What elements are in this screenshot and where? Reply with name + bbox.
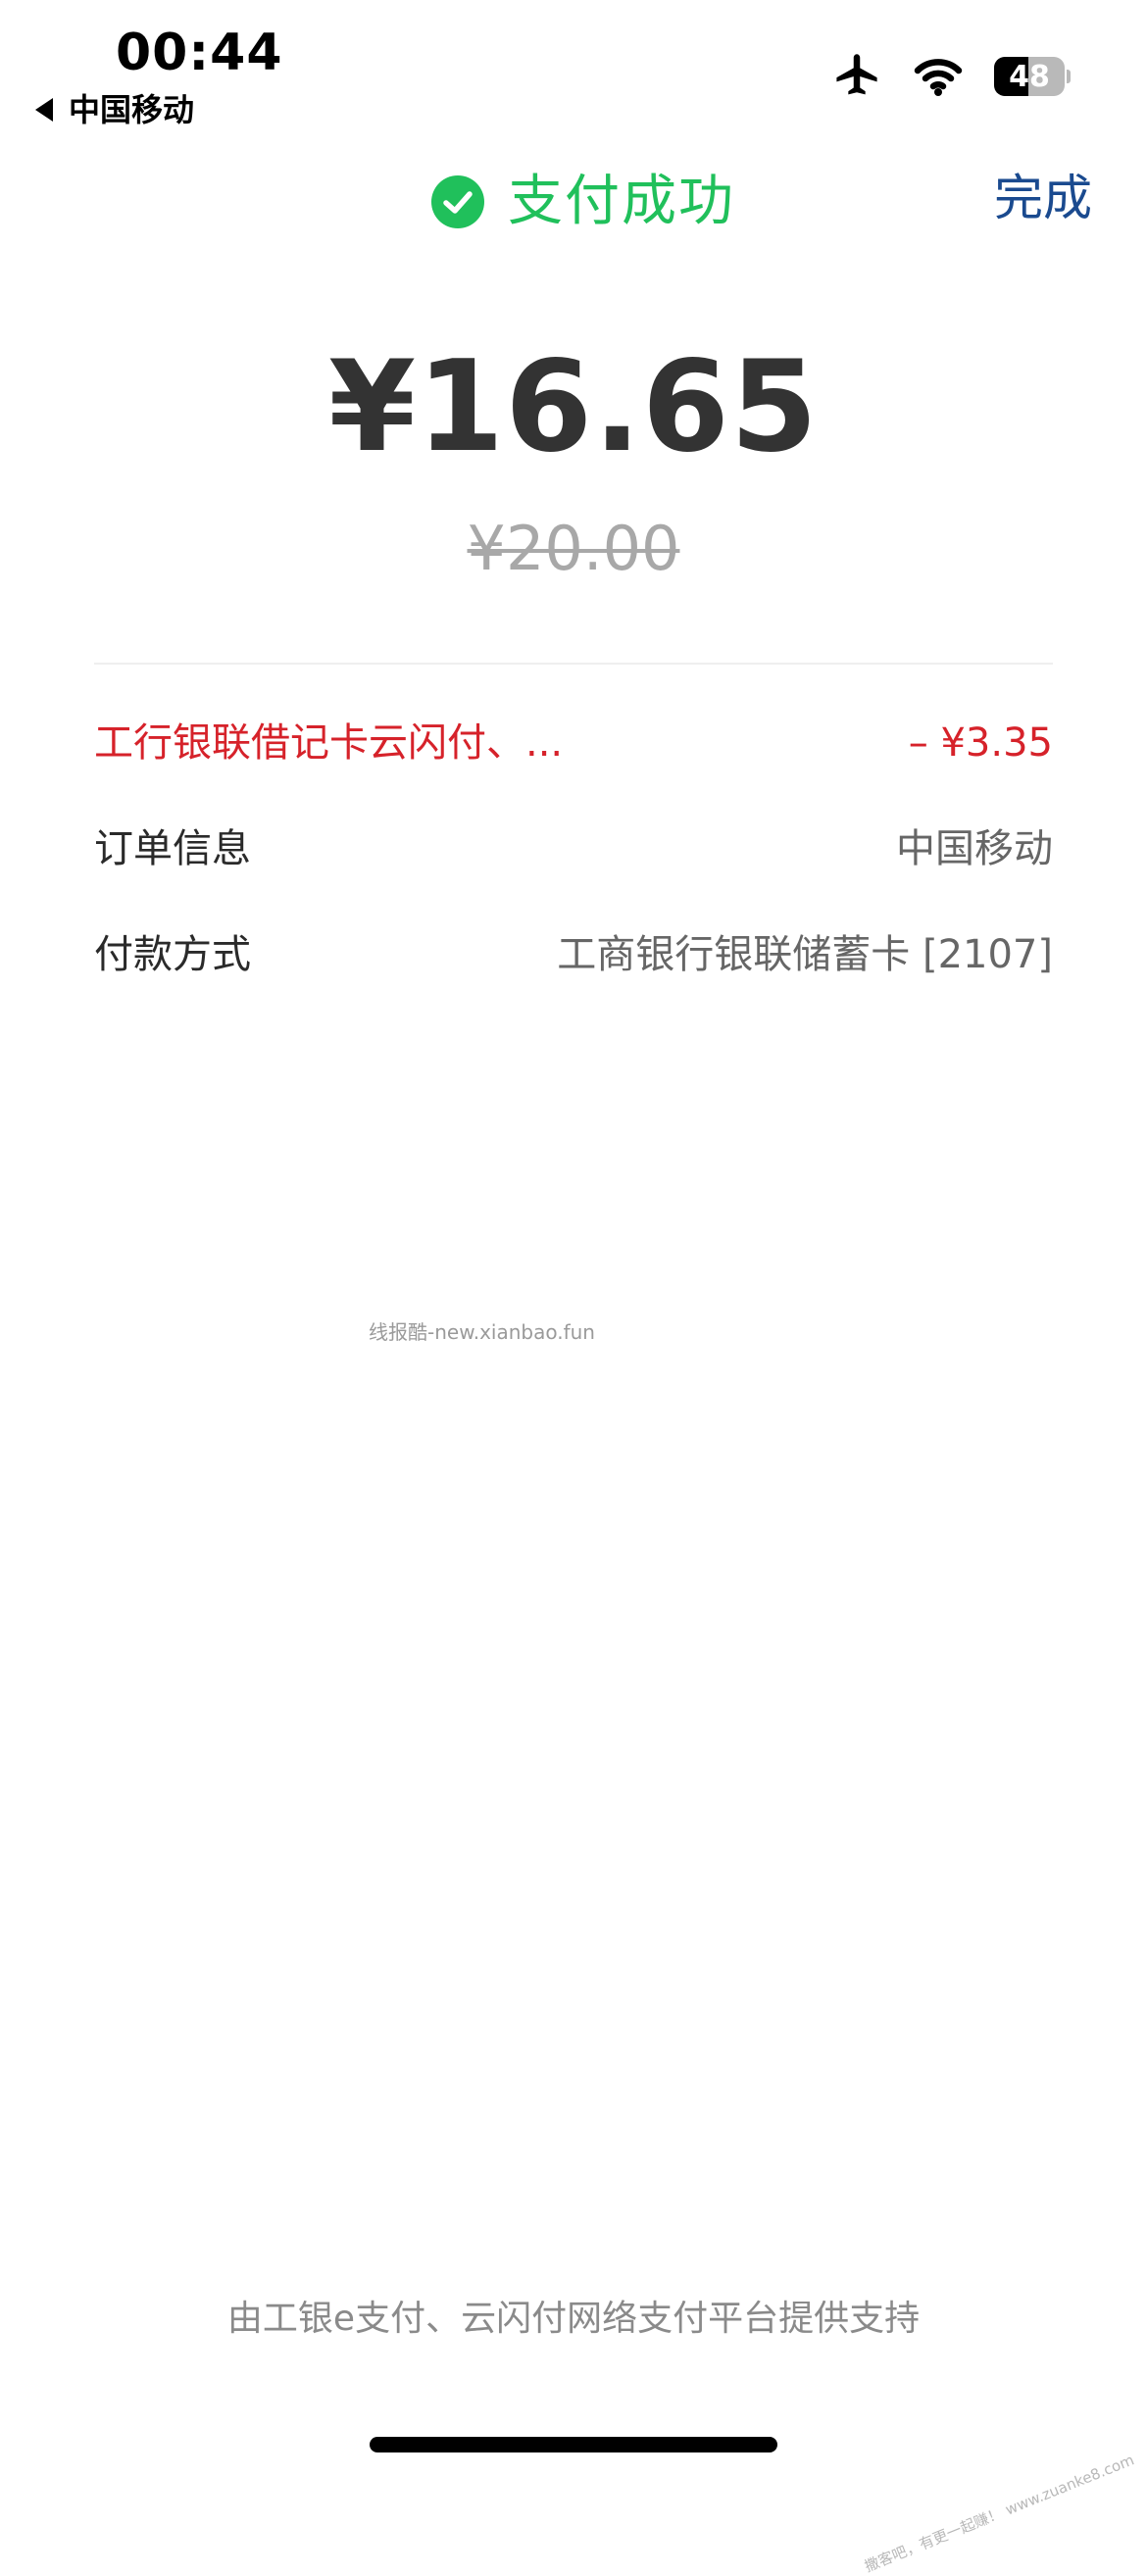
footer-note: 由工银e支付、云闪付网络支付平台提供支持: [226, 2299, 921, 2339]
airplane-icon: [831, 51, 882, 102]
corner-watermark: 撒客吧，有更一起赚！ www.zuanke8.com: [862, 2451, 1137, 2576]
status-icons: 48: [831, 49, 1071, 104]
discount-row[interactable]: 工行银联借记卡云闪付、... – ¥3.35: [94, 712, 1053, 774]
divider: [94, 663, 1053, 665]
battery-icon: 48: [994, 57, 1071, 96]
payment-success-title: 支付成功: [508, 170, 735, 233]
payment-method-row: 付款方式 工商银行银联储蓄卡 [2107]: [94, 923, 1053, 986]
order-info-row: 订单信息 中国移动: [94, 817, 1053, 880]
order-info-label: 订单信息: [94, 826, 251, 871]
back-triangle-icon: [35, 98, 53, 122]
back-app-label: 中国移动: [69, 91, 195, 128]
paid-amount: ¥16.65: [328, 334, 819, 480]
discount-value: – ¥3.35: [908, 720, 1053, 766]
status-time: 00:44: [116, 24, 283, 82]
header-title: 支付成功: [431, 167, 735, 237]
header: 支付成功 完成: [0, 163, 1147, 241]
battery-level: 48: [1009, 59, 1050, 94]
payment-method-value: 工商银行银联储蓄卡 [2107]: [557, 932, 1053, 977]
payment-method-label: 付款方式: [94, 932, 251, 977]
home-indicator[interactable]: [370, 2437, 777, 2452]
watermark: 线报酷-new.xianbao.fun: [369, 1320, 595, 1344]
check-circle-icon: [431, 175, 484, 228]
discount-label: 工行银联借记卡云闪付、...: [94, 720, 564, 766]
order-info-value: 中国移动: [896, 826, 1053, 871]
back-to-app-button[interactable]: 中国移动: [35, 88, 194, 131]
original-amount: ¥20.00: [467, 513, 680, 584]
wifi-icon: [912, 56, 965, 97]
done-button[interactable]: 完成: [994, 163, 1092, 233]
